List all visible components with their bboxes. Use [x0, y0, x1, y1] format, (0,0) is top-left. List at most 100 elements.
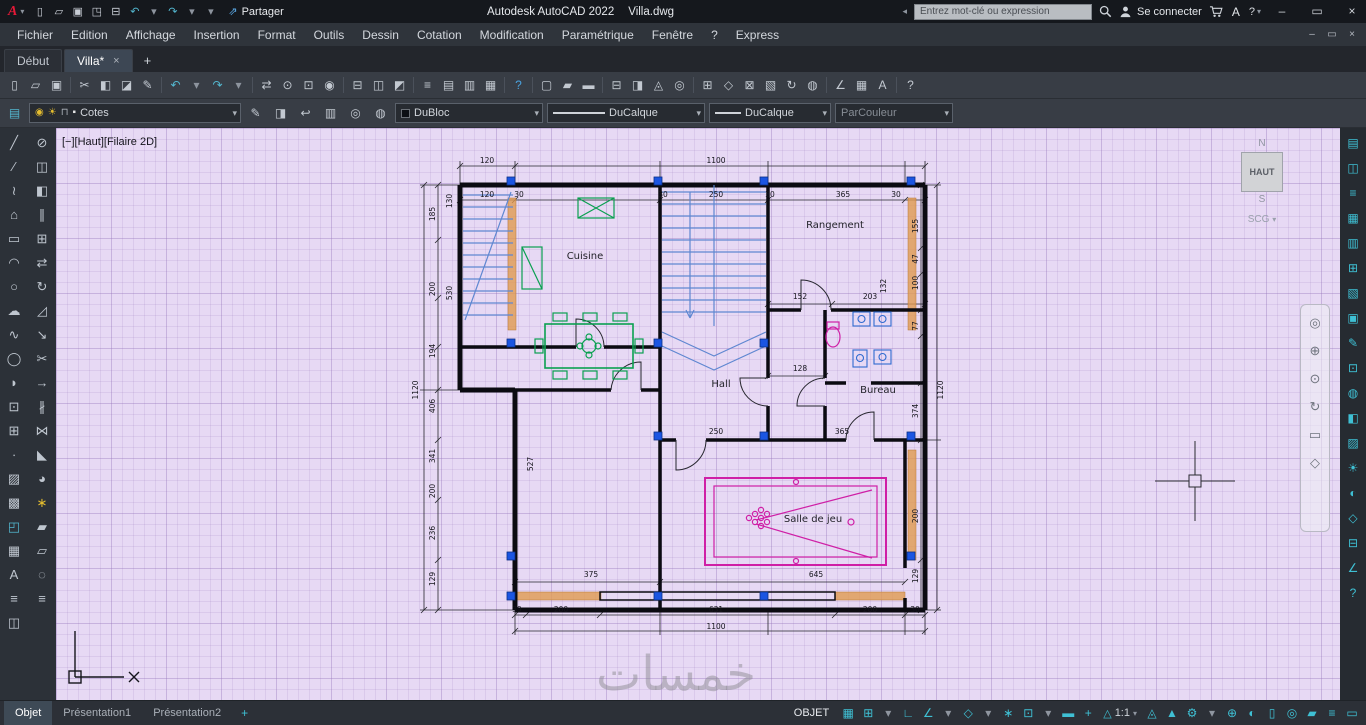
view-top-icon[interactable]: ⊞	[697, 75, 718, 96]
grip[interactable]	[906, 431, 916, 441]
viewcube-north[interactable]: N	[1230, 138, 1294, 150]
undo-icon[interactable]: ↶	[125, 5, 144, 18]
viewport-controls[interactable]: [−][Haut][Filaire 2D]	[62, 136, 157, 148]
save-icon[interactable]: ▣	[46, 75, 67, 96]
nav-orbit-icon[interactable]: ↻	[1310, 399, 1321, 415]
help-icon[interactable]: ?	[900, 75, 921, 96]
app-menu-button[interactable]: A ▾	[2, 0, 30, 23]
osnap-drop-icon[interactable]: ▾	[1038, 701, 1058, 725]
nav-pan-icon[interactable]: ⊕	[1310, 343, 1321, 359]
grip[interactable]	[506, 591, 516, 601]
new-sheet-icon[interactable]: ▢	[536, 75, 557, 96]
grip[interactable]	[759, 431, 769, 441]
save-as-icon[interactable]: ◳	[87, 5, 106, 18]
save-sheet-icon[interactable]: ▬	[578, 75, 599, 96]
zoom-window-icon[interactable]: ⊡	[298, 75, 319, 96]
more-draw-icon[interactable]: ≡	[2, 587, 26, 611]
line-icon[interactable]: ╱	[2, 131, 26, 155]
open-icon[interactable]: ▱	[49, 5, 68, 18]
close-button[interactable]: ×	[1338, 0, 1366, 23]
copy-clip-icon[interactable]: ◧	[95, 75, 116, 96]
nav-showmotion-icon[interactable]: ▭	[1309, 427, 1321, 443]
lineweight-display-icon[interactable]: ▬	[1058, 701, 1078, 725]
qnew-icon[interactable]: ▯	[30, 5, 49, 18]
make-block-icon[interactable]: ⊞	[2, 419, 26, 443]
cut-icon[interactable]: ✂	[74, 75, 95, 96]
layout-tab[interactable]: Présentation2	[142, 701, 232, 725]
fillet-icon[interactable]: ◕	[30, 467, 54, 491]
add-layout-button[interactable]: +	[232, 706, 257, 720]
ortho-icon[interactable]: ∟	[898, 701, 918, 725]
annotation-autoscale-icon[interactable]: ▲	[1162, 701, 1182, 725]
publish-alt-icon[interactable]: ◬	[648, 75, 669, 96]
explode-icon[interactable]: ∗	[30, 491, 54, 515]
undo-drop-icon[interactable]: ▾	[144, 5, 163, 18]
dynamic-input-icon[interactable]: +	[1078, 701, 1098, 725]
draworder-front-icon[interactable]: ▰	[30, 515, 54, 539]
array-icon[interactable]: ⊞	[30, 227, 54, 251]
clean-screen-icon[interactable]: ▭	[1342, 701, 1362, 725]
copy-icon[interactable]: ◫	[30, 155, 54, 179]
properties-palette-icon[interactable]: ≡	[417, 75, 438, 96]
layout-tab[interactable]: Présentation1	[52, 701, 142, 725]
hatch-icon[interactable]: ▨	[2, 467, 26, 491]
snap-drop-icon[interactable]: ▾	[878, 701, 898, 725]
snap-mode-icon[interactable]: ⊞	[858, 701, 878, 725]
doc-restore-button[interactable]: ▭	[1322, 29, 1342, 40]
paste-icon[interactable]: ◪	[116, 75, 137, 96]
point-icon[interactable]: ∙	[2, 443, 26, 467]
insert-block-icon[interactable]: ⊡	[2, 395, 26, 419]
table-icon[interactable]: ▦	[851, 75, 872, 96]
plot-preview-icon[interactable]: ◫	[368, 75, 389, 96]
object-isolate-icon[interactable]: ◎	[1282, 701, 1302, 725]
visual-styles-icon[interactable]: ◧	[1342, 407, 1364, 429]
quick-properties-icon[interactable]: ▯	[1262, 701, 1282, 725]
graphics-performance-icon[interactable]: ▰	[1302, 701, 1322, 725]
blocks-palette-icon[interactable]: ◫	[1342, 157, 1364, 179]
scale-icon[interactable]: ◿	[30, 299, 54, 323]
menu-item[interactable]: Fichier	[8, 23, 62, 47]
layer-isolate-icon[interactable]: ◎	[345, 103, 366, 124]
combo-arrow-icon[interactable]: ▾	[694, 108, 701, 119]
polar-tracking-icon[interactable]: ∠	[918, 701, 938, 725]
annotation-visibility-icon[interactable]: ◬	[1142, 701, 1162, 725]
materials-icon[interactable]: ▨	[1342, 432, 1364, 454]
cart-icon[interactable]	[1209, 5, 1223, 18]
construction-line-icon[interactable]: ∕	[2, 155, 26, 179]
view-iso-icon[interactable]: ◇	[718, 75, 739, 96]
erase-icon[interactable]: ⊘	[30, 131, 54, 155]
annotation-monitor-icon[interactable]: ⊕	[1222, 701, 1242, 725]
combo-arrow-icon[interactable]: ▾	[532, 108, 539, 119]
circle-icon[interactable]: ○	[2, 275, 26, 299]
grip[interactable]	[759, 176, 769, 186]
etransmit-icon[interactable]: ◎	[669, 75, 690, 96]
help-center-icon[interactable]: ?	[508, 75, 529, 96]
help-button[interactable]: ? ▾	[1249, 6, 1261, 18]
count-palette-icon[interactable]: ≡	[1342, 182, 1364, 204]
ellipse-arc-icon[interactable]: ◗	[2, 371, 26, 395]
view-front-icon[interactable]: ⊠	[739, 75, 760, 96]
plot-dock-icon[interactable]: ⊟	[1342, 532, 1364, 554]
rotate-icon[interactable]: ↻	[30, 275, 54, 299]
linetype-combo[interactable]: DuCalque ▾	[547, 103, 705, 123]
grip[interactable]	[506, 338, 516, 348]
tool-palettes-dock-icon[interactable]: ▥	[1342, 232, 1364, 254]
sheet-set-manager-icon[interactable]: ▦	[480, 75, 501, 96]
file-tab[interactable]: Villa* ×	[64, 49, 133, 72]
lights-icon[interactable]: ☀	[1342, 457, 1364, 479]
share-button[interactable]: ⇗ Partager	[228, 5, 283, 19]
preview-alt-icon[interactable]: ◨	[627, 75, 648, 96]
model-space-button[interactable]: OBJET	[785, 707, 838, 719]
save-icon[interactable]: ▣	[68, 5, 87, 18]
block-editor-icon[interactable]: ◫	[2, 611, 26, 635]
modify-more-icon[interactable]: ≡	[30, 587, 54, 611]
menu-item[interactable]: Modification	[471, 23, 553, 47]
viewcube[interactable]: N HAUT S SCG ▾	[1230, 138, 1294, 225]
undo-icon[interactable]: ↶	[165, 75, 186, 96]
minimize-button[interactable]: –	[1268, 0, 1296, 23]
lineweight-combo[interactable]: DuCalque ▾	[709, 103, 831, 123]
customization-icon[interactable]: ≡	[1322, 701, 1342, 725]
trim-icon[interactable]: ✂	[30, 347, 54, 371]
offset-icon[interactable]: ∥	[30, 203, 54, 227]
layers-palette-icon[interactable]: ▦	[1342, 207, 1364, 229]
